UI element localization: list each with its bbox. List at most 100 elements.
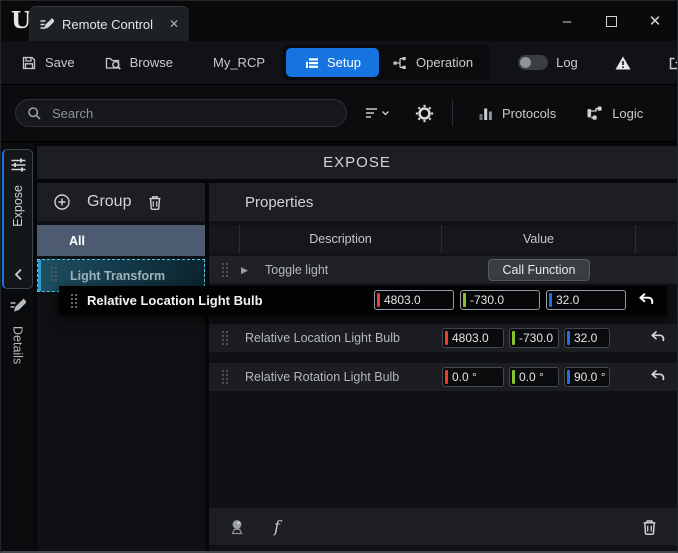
left-rail: Expose Details xyxy=(1,142,34,551)
expose-tab-label: Expose xyxy=(11,185,25,227)
search-input[interactable] xyxy=(50,105,335,122)
save-icon xyxy=(21,55,37,71)
group-header: Group xyxy=(37,183,205,221)
expander-icon[interactable]: ▶ xyxy=(241,265,248,276)
save-label: Save xyxy=(45,55,75,70)
remote-control-icon xyxy=(39,17,54,32)
drag-handle[interactable] xyxy=(71,294,73,296)
vector-x-input[interactable]: 4803.0 xyxy=(374,290,454,310)
minimize-icon[interactable]: – xyxy=(545,1,589,41)
vector-z-input[interactable]: 32.0 xyxy=(546,290,626,310)
drag-column-header xyxy=(209,225,239,253)
y-axis-accent xyxy=(512,331,515,345)
sidebar-tab-details[interactable]: Details xyxy=(1,297,34,364)
y-axis-accent xyxy=(463,293,466,307)
browse-label: Browse xyxy=(130,55,173,70)
details-pencil-icon xyxy=(9,297,26,314)
dragged-property-row[interactable]: Relative Location Light Bulb 4803.0 -730… xyxy=(59,286,667,315)
property-label: Relative Rotation Light Bulb xyxy=(245,370,399,384)
group-add-label[interactable]: Group xyxy=(87,193,131,211)
preset-name-button[interactable]: My_RCP xyxy=(207,55,271,70)
log-toggle[interactable] xyxy=(518,55,548,70)
protocols-label: Protocols xyxy=(502,106,556,121)
reset-icon[interactable] xyxy=(650,330,666,343)
protocols-button[interactable]: Protocols xyxy=(471,106,564,121)
toolbar: Save Browse My_RCP xyxy=(1,41,677,85)
drag-handle[interactable] xyxy=(222,370,224,372)
property-label: Toggle light xyxy=(265,263,328,277)
setup-icon xyxy=(304,56,319,70)
group-list: All Light Transform xyxy=(37,221,205,551)
properties-footer-bar: f xyxy=(209,508,677,545)
log-label: Log xyxy=(556,55,578,70)
description-column-header: Description xyxy=(239,225,441,253)
filter-button[interactable] xyxy=(365,106,391,120)
tab-setup[interactable]: Setup xyxy=(286,48,379,77)
y-axis-accent xyxy=(512,370,515,384)
drag-handle[interactable] xyxy=(222,263,224,265)
z-axis-accent xyxy=(549,293,552,307)
row-gap xyxy=(209,352,677,360)
tab-operation[interactable]: Operation xyxy=(379,48,487,77)
exposed-actor-icon[interactable] xyxy=(228,518,246,536)
search-row: Protocols Logic xyxy=(1,85,677,142)
vector-y-input[interactable]: -730.0 xyxy=(509,328,559,348)
drag-handle[interactable] xyxy=(51,267,53,269)
content-area: EXPOSE Group xyxy=(34,142,677,551)
property-row-relative-rotation[interactable]: Relative Rotation Light Bulb 0.0 ° 0.0 °… xyxy=(209,363,677,391)
save-button[interactable]: Save xyxy=(13,47,83,79)
delete-group-icon[interactable] xyxy=(147,194,163,211)
browse-icon xyxy=(105,55,122,71)
browse-button[interactable]: Browse xyxy=(97,47,181,79)
dragged-property-label: Relative Location Light Bulb xyxy=(87,293,263,308)
settings-button[interactable] xyxy=(415,104,434,123)
vector-y-input[interactable]: -730.0 xyxy=(460,290,540,310)
titlebar: U Remote Control ✕ – ✕ xyxy=(1,1,677,41)
x-axis-accent xyxy=(445,370,448,384)
search-box[interactable] xyxy=(15,99,347,127)
collapse-icon[interactable] xyxy=(14,268,23,281)
tab-title: Remote Control xyxy=(62,17,153,32)
vector-x-input[interactable]: 4803.0 xyxy=(442,328,504,348)
group-item-label: All xyxy=(69,234,85,248)
close-icon[interactable]: ✕ xyxy=(633,1,677,41)
delete-property-icon[interactable] xyxy=(641,518,658,536)
web-button[interactable]: Web xyxy=(660,47,678,79)
reset-icon[interactable] xyxy=(650,369,666,382)
add-group-icon[interactable] xyxy=(53,193,71,211)
operation-icon xyxy=(393,56,408,70)
rotation-pitch-input[interactable]: 0.0 ° xyxy=(509,367,559,387)
gear-icon xyxy=(415,104,434,123)
group-item-label: Light Transform xyxy=(70,269,165,283)
group-item-all[interactable]: All xyxy=(37,225,205,256)
expose-panel-title: EXPOSE xyxy=(37,146,677,179)
web-icon xyxy=(668,55,678,71)
rotation-roll-input[interactable]: 0.0 ° xyxy=(442,367,504,387)
function-icon[interactable]: f xyxy=(274,517,280,536)
operation-label: Operation xyxy=(416,55,473,70)
logic-icon xyxy=(586,105,603,121)
call-function-button[interactable]: Call Function xyxy=(488,259,591,281)
tab-close-icon[interactable]: ✕ xyxy=(169,17,179,31)
property-row-toggle-light[interactable]: ▶ Toggle light Call Function xyxy=(209,256,677,284)
remote-control-tab[interactable]: Remote Control ✕ xyxy=(29,6,189,41)
drag-handle[interactable] xyxy=(50,232,52,234)
alert-button[interactable] xyxy=(606,47,640,79)
properties-title: Properties xyxy=(209,183,677,221)
search-icon xyxy=(27,106,42,121)
logic-label: Logic xyxy=(612,106,643,121)
group-column: Group All xyxy=(37,183,205,551)
rotation-yaw-input[interactable]: 90.0 ° xyxy=(564,367,610,387)
alert-icon xyxy=(614,55,632,71)
property-row-relative-location[interactable]: Relative Location Light Bulb 4803.0 -730… xyxy=(209,324,677,352)
log-toggle-group[interactable]: Log xyxy=(510,47,586,79)
logic-button[interactable]: Logic xyxy=(578,105,651,121)
z-axis-accent xyxy=(567,331,570,345)
sidebar-tab-expose[interactable]: Expose xyxy=(2,149,33,289)
vector-z-input[interactable]: 32.0 xyxy=(564,328,610,348)
drag-handle[interactable] xyxy=(222,331,224,333)
maximize-icon[interactable] xyxy=(589,1,633,41)
x-axis-accent xyxy=(445,331,448,345)
reset-icon[interactable] xyxy=(638,292,655,306)
property-label: Relative Location Light Bulb xyxy=(245,331,400,345)
